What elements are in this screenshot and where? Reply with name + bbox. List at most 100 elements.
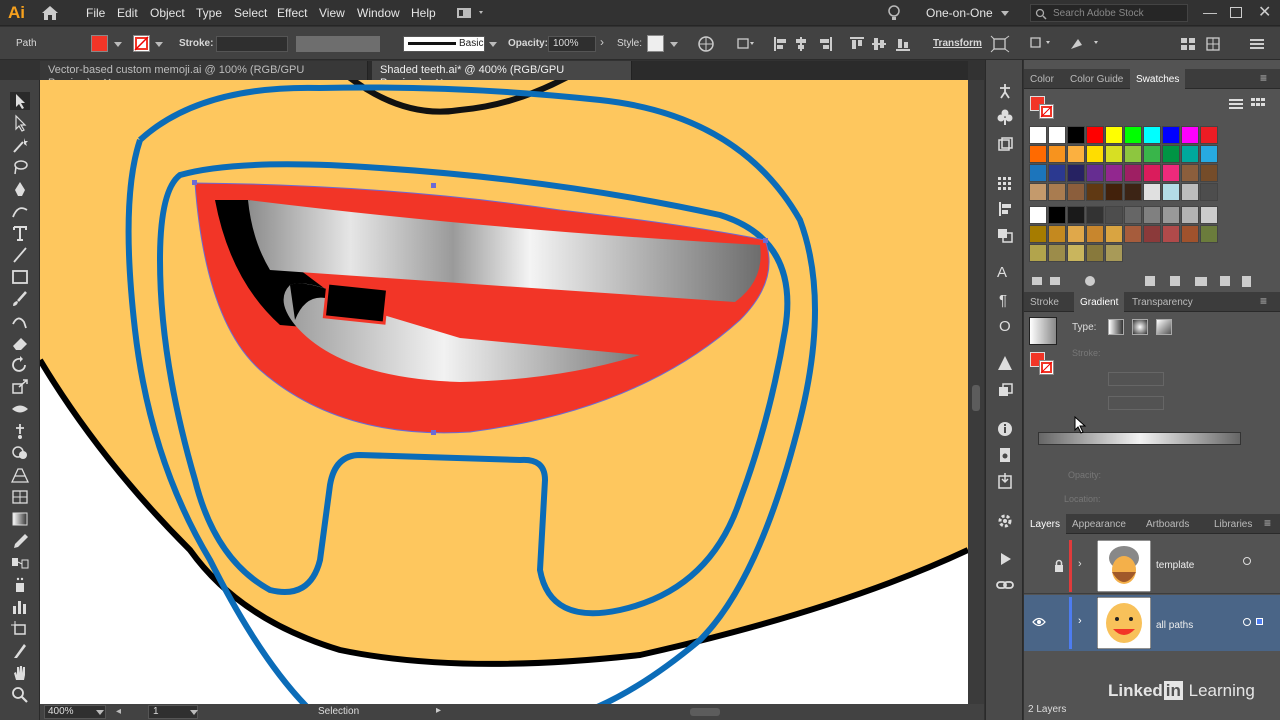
opacity-field[interactable]: 100% xyxy=(548,36,596,52)
freeform-gradient-button[interactable] xyxy=(1156,319,1172,335)
target-icon[interactable] xyxy=(1243,618,1251,626)
align-panel-icon[interactable] xyxy=(995,200,1015,218)
tab-stroke[interactable]: Stroke xyxy=(1024,292,1065,312)
menu-effect[interactable]: Effect xyxy=(277,6,307,20)
panel-menu-icon[interactable]: ≡ xyxy=(1264,516,1271,530)
style-chevron-icon[interactable] xyxy=(670,42,678,47)
swatch-cell[interactable] xyxy=(1105,183,1123,201)
linear-gradient-button[interactable] xyxy=(1108,319,1124,335)
radial-gradient-button[interactable] xyxy=(1132,319,1148,335)
swatch-cell[interactable] xyxy=(1200,206,1218,224)
club-symbol-icon[interactable] xyxy=(995,108,1015,126)
paintbrush-tool-icon[interactable] xyxy=(10,290,30,308)
pen-tool-icon[interactable] xyxy=(10,180,30,198)
swatch-cell[interactable] xyxy=(1143,225,1161,243)
swatch-cell[interactable] xyxy=(1105,244,1123,262)
tab-color-guide[interactable]: Color Guide xyxy=(1064,69,1129,89)
swatch-cell[interactable] xyxy=(1181,126,1199,144)
character-panel-icon[interactable]: A xyxy=(997,264,1007,281)
shape-builder-icon[interactable] xyxy=(1068,35,1104,53)
shaper-tool-icon[interactable] xyxy=(10,312,30,330)
swatch-cell[interactable] xyxy=(1086,126,1104,144)
swatch-cell[interactable] xyxy=(1162,183,1180,201)
play-actions-icon[interactable] xyxy=(995,550,1015,568)
horizontal-scroll-thumb[interactable] xyxy=(690,708,720,716)
line-segment-tool-icon[interactable] xyxy=(10,246,30,264)
swatch-cell[interactable] xyxy=(1181,145,1199,163)
search-box[interactable]: Search Adobe Stock xyxy=(1030,4,1188,22)
tab-appearance[interactable]: Appearance xyxy=(1066,514,1132,534)
swatch-cell[interactable] xyxy=(1143,145,1161,163)
swatch-cell[interactable] xyxy=(1029,244,1047,262)
swatch-cell[interactable] xyxy=(1029,126,1047,144)
paragraph-panel-icon[interactable]: ¶ xyxy=(999,292,1007,309)
swatch-cell[interactable] xyxy=(1086,225,1104,243)
fill-chevron-icon[interactable] xyxy=(114,42,122,47)
swatch-cell[interactable] xyxy=(1124,164,1142,182)
eye-visibility-icon[interactable] xyxy=(1032,617,1046,627)
swatch-cell[interactable] xyxy=(1181,206,1199,224)
thumbnail-view-icon[interactable] xyxy=(1250,97,1266,111)
document-info-icon[interactable] xyxy=(995,446,1015,464)
swatch-cell[interactable] xyxy=(1067,206,1085,224)
zoom-chevron-icon[interactable] xyxy=(96,710,104,715)
arrange-panels-icon[interactable] xyxy=(1178,35,1198,53)
swatch-cell[interactable] xyxy=(1048,183,1066,201)
menu-select[interactable]: Select xyxy=(234,6,267,20)
image-trace-icon[interactable] xyxy=(995,136,1015,154)
align-to-icon[interactable] xyxy=(736,36,756,52)
swatch-cell[interactable] xyxy=(1200,145,1218,163)
status-menu-icon[interactable]: ▸ xyxy=(436,705,441,716)
swatch-cell[interactable] xyxy=(1105,225,1123,243)
swatch-cell[interactable] xyxy=(1181,164,1199,182)
swatch-cell[interactable] xyxy=(1029,206,1047,224)
hand-tool-icon[interactable] xyxy=(10,664,30,682)
swatch-cell[interactable] xyxy=(1143,183,1161,201)
layer-row-template[interactable]: › template xyxy=(1024,538,1280,594)
color-panel-icon[interactable] xyxy=(995,354,1015,372)
menu-view[interactable]: View xyxy=(319,6,345,20)
swatch-cell[interactable] xyxy=(1086,145,1104,163)
panel-menu-icon[interactable]: ≡ xyxy=(1260,294,1267,308)
menu-type[interactable]: Type xyxy=(196,6,222,20)
direct-selection-tool-icon[interactable] xyxy=(10,114,30,132)
magic-wand-tool-icon[interactable] xyxy=(10,136,30,154)
swatch-cell[interactable] xyxy=(1200,126,1218,144)
arrange-documents-icon[interactable] xyxy=(456,6,486,20)
align-buttons-group[interactable] xyxy=(772,35,922,53)
isolate-object-icon[interactable] xyxy=(990,35,1010,53)
expand-arrow-icon[interactable]: › xyxy=(1078,615,1082,627)
stroke-swatch[interactable] xyxy=(133,35,150,52)
lock-icon[interactable] xyxy=(1053,559,1065,573)
swatch-cell[interactable] xyxy=(1181,183,1199,201)
swatch-cell[interactable] xyxy=(1029,225,1047,243)
symbol-sprayer-tool-icon[interactable] xyxy=(10,576,30,594)
tab-swatches[interactable]: Swatches xyxy=(1130,69,1186,89)
swatch-cell[interactable] xyxy=(1067,244,1085,262)
artboard-canvas[interactable] xyxy=(40,80,968,704)
links-icon[interactable] xyxy=(995,576,1015,594)
swatch-cell[interactable] xyxy=(1124,145,1142,163)
tab-gradient[interactable]: Gradient xyxy=(1074,292,1125,312)
perspective-grid-tool-icon[interactable] xyxy=(10,466,30,484)
swatch-cell[interactable] xyxy=(1124,183,1142,201)
blend-tool-icon[interactable] xyxy=(10,554,30,572)
swatch-cell[interactable] xyxy=(1105,145,1123,163)
settings-gear-icon[interactable] xyxy=(995,512,1015,530)
stroke-chevron-icon[interactable] xyxy=(155,42,163,47)
eyedropper-tool-icon[interactable] xyxy=(10,532,30,550)
swatch-cell[interactable] xyxy=(1029,145,1047,163)
tab-artboards[interactable]: Artboards xyxy=(1140,514,1195,534)
rotate-tool-icon[interactable] xyxy=(10,356,30,374)
swatch-cell[interactable] xyxy=(1029,164,1047,182)
tab-memoji-doc[interactable]: Vector-based custom memoji.ai @ 100% (RG… xyxy=(40,61,368,89)
width-tool-icon[interactable] xyxy=(10,400,30,418)
menu-object[interactable]: Object xyxy=(150,6,185,20)
swatch-cell[interactable] xyxy=(1162,145,1180,163)
swatch-cell[interactable] xyxy=(1200,164,1218,182)
opentype-panel-icon[interactable]: O xyxy=(999,318,1011,335)
layer-row-all-paths[interactable]: › all paths xyxy=(1024,595,1280,651)
swatch-cell[interactable] xyxy=(1086,164,1104,182)
layer-name-template[interactable]: template xyxy=(1156,560,1194,571)
gradient-aspect-field[interactable] xyxy=(1108,396,1164,410)
